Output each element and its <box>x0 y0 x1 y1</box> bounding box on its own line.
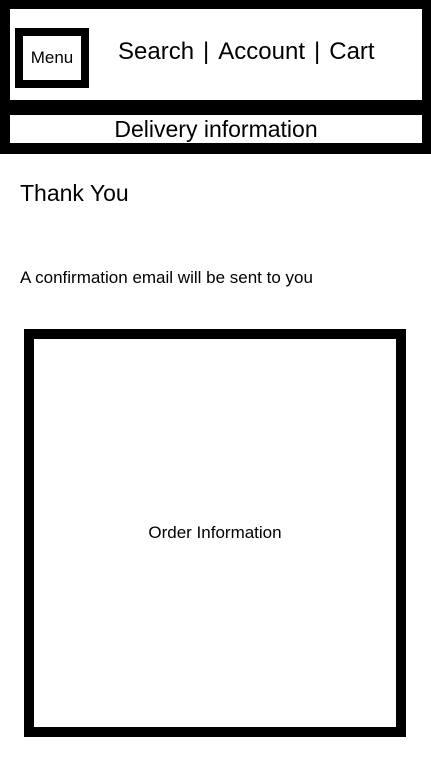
nav-separator: | <box>314 38 321 65</box>
order-information-panel: Order Information <box>24 329 406 737</box>
header: Menu Search | Account | Cart Delivery inform… <box>0 0 431 154</box>
page: Menu Search | Account | Cart Delivery inform… <box>0 0 431 767</box>
confirmation-message: A confirmation email will be sent to you <box>20 268 313 287</box>
order-information-label: Order Information <box>148 523 282 542</box>
nav-cart-link[interactable]: Cart <box>329 38 374 65</box>
nav-links: Search | Account | Cart <box>118 35 375 69</box>
menu-button[interactable]: Menu <box>23 36 81 80</box>
delivery-information-bar: Delivery information <box>10 115 422 143</box>
nav-account-link[interactable]: Account <box>218 38 305 65</box>
nav-separator: | <box>203 38 210 65</box>
menu-button-frame: Menu <box>15 28 89 88</box>
top-bar: Menu Search | Account | Cart <box>10 9 422 100</box>
page-title: Thank You <box>20 180 129 206</box>
nav-search-link[interactable]: Search <box>118 38 194 65</box>
